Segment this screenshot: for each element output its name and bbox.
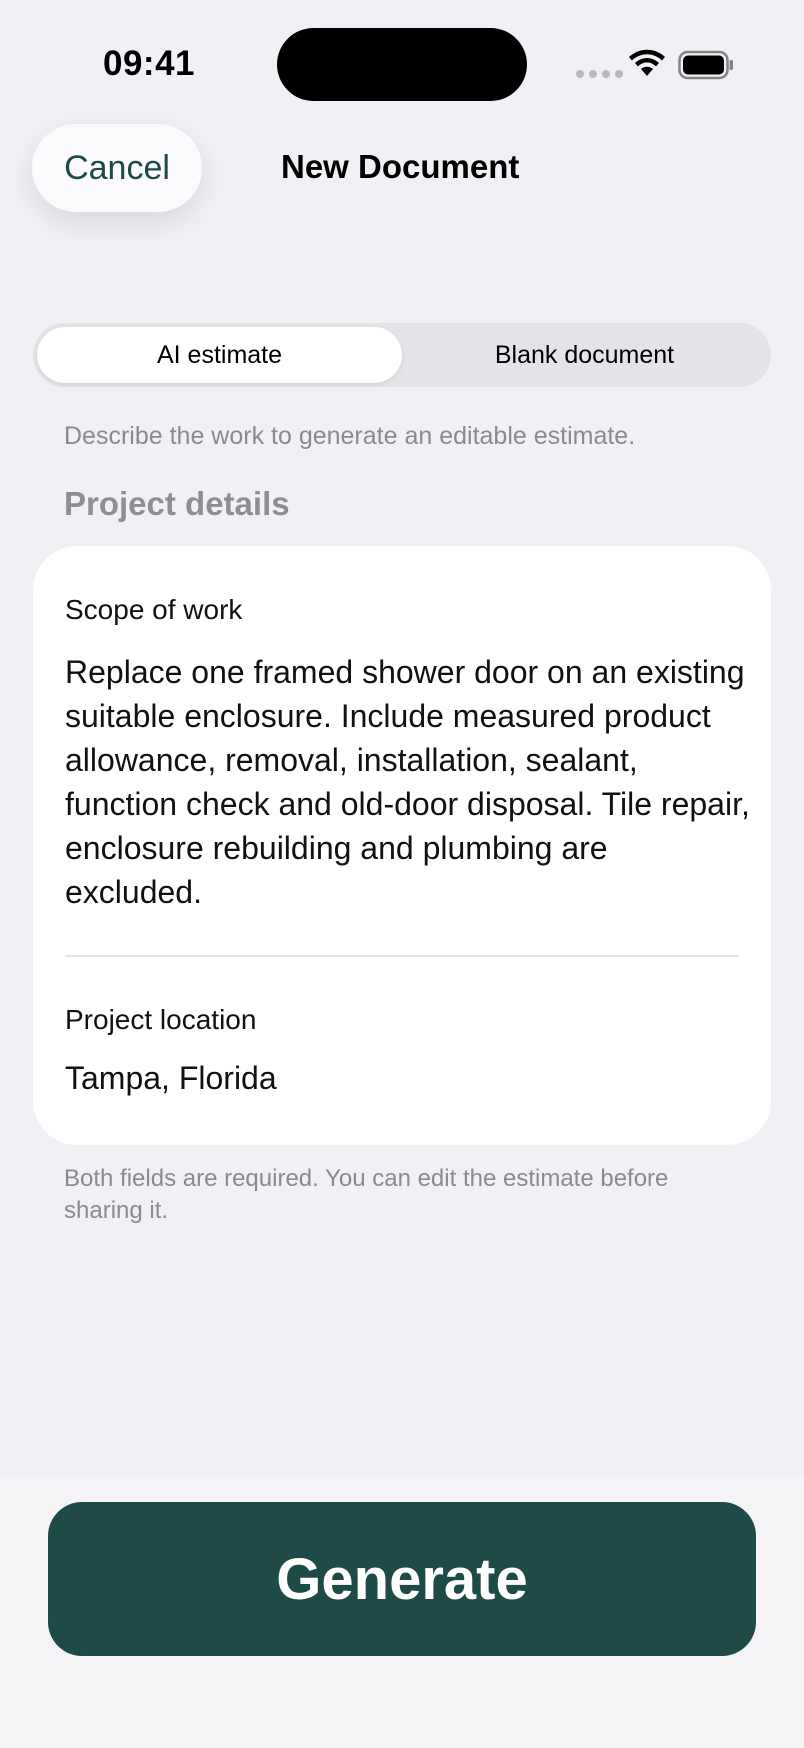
page-title: New Document <box>281 148 520 185</box>
signal-dots-icon <box>576 70 623 78</box>
dynamic-island <box>277 28 527 101</box>
required-fields-note: Both fields are required. You can edit t… <box>64 1165 669 1224</box>
scope-of-work-field[interactable]: Replace one framed shower door on an exi… <box>65 650 750 914</box>
wifi-icon <box>629 49 665 76</box>
segment-ai-estimate[interactable]: AI estimate <box>37 327 402 383</box>
helper-text: Describe the work to generate an editabl… <box>64 422 636 450</box>
status-time: 09:41 <box>103 44 196 83</box>
cancel-button[interactable]: Cancel <box>32 124 202 212</box>
generate-button[interactable]: Generate <box>48 1502 756 1656</box>
battery-icon <box>678 50 733 80</box>
section-title: Project details <box>64 485 290 522</box>
new-document-screen: 09:41 Cancel New Document AI estimate Bl… <box>0 0 804 1748</box>
project-location-label: Project location <box>65 1004 257 1035</box>
segment-blank-document[interactable]: Blank document <box>402 327 767 383</box>
document-type-segmented-control: AI estimate Blank document <box>33 323 771 387</box>
project-location-field[interactable]: Tampa, Florida <box>65 1060 277 1097</box>
scope-of-work-label: Scope of work <box>65 594 243 625</box>
field-divider <box>65 955 739 957</box>
project-details-card: Scope of work Replace one framed shower … <box>33 546 771 1145</box>
